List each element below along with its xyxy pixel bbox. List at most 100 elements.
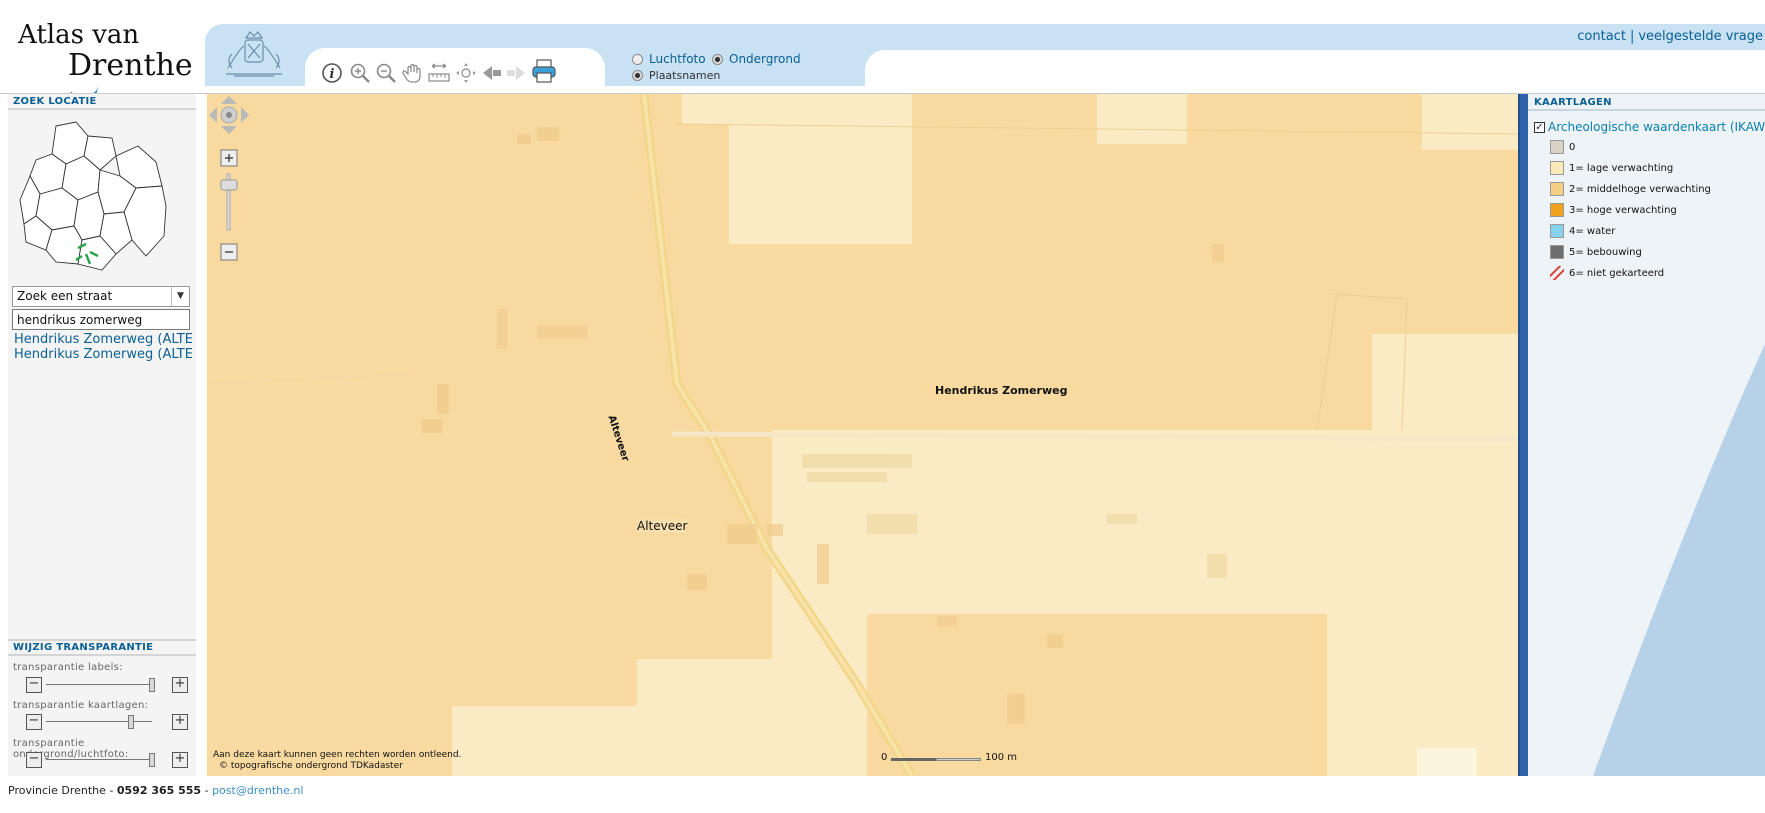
- panel-rule: [8, 108, 196, 110]
- slider-label-kaartlagen: transparantie kaartlagen:: [13, 700, 149, 711]
- basemap-option-plaatsnamen[interactable]: Plaatsnamen: [632, 69, 720, 82]
- panel-splitter[interactable]: [1518, 94, 1528, 776]
- background-coast-decoration: [1593, 344, 1765, 776]
- zoom-slider-thumb: [220, 179, 238, 191]
- basemap-option-luchtfoto[interactable]: Luchtfoto: [632, 52, 706, 66]
- legend-item: 2= middelhoge verwachting: [1550, 182, 1711, 196]
- road-label-hendrikus-zomerweg: Hendrikus Zomerweg: [935, 384, 1068, 397]
- pan-hand-icon[interactable]: [402, 62, 424, 84]
- map-toolbar: i: [305, 48, 605, 88]
- layer-title[interactable]: Archeologische waardenkaart (IKAW): [1548, 120, 1765, 134]
- layers-panel: KAARTLAGEN ✓ Archeologische waardenkaart…: [1528, 94, 1765, 776]
- measure-icon[interactable]: [428, 62, 450, 84]
- slider-thumb[interactable]: [127, 715, 134, 729]
- slider-ondergrond[interactable]: − +: [26, 752, 188, 768]
- legend-swatch: [1550, 245, 1564, 259]
- search-result-1[interactable]: Hendrikus Zomerweg (ALTEVEER): [14, 332, 192, 347]
- header-white-area: [865, 50, 1765, 94]
- legend-swatch: [1550, 203, 1564, 217]
- legend-swatch: [1550, 182, 1564, 196]
- layer-checkbox[interactable]: ✓: [1534, 121, 1545, 133]
- info-icon[interactable]: i: [321, 62, 343, 84]
- basemap-label: Ondergrond: [729, 52, 801, 66]
- slider-track[interactable]: [46, 721, 152, 722]
- hatch-swatch-icon: [1550, 266, 1564, 280]
- next-extent-icon[interactable]: [505, 62, 527, 84]
- legend-item: 3= hoge verwachting: [1550, 203, 1677, 217]
- legend-label: 4= water: [1569, 225, 1616, 237]
- left-panel: ZOEK LOCATIE Zoek een straat ▼ hendrikus…: [8, 94, 196, 776]
- increase-button[interactable]: +: [172, 714, 188, 730]
- legend-item: 0: [1550, 140, 1575, 154]
- scale-start-label: 0: [881, 752, 888, 763]
- basemap-label: Plaatsnamen: [649, 69, 721, 82]
- legend-swatch: [1550, 140, 1564, 154]
- previous-extent-icon[interactable]: [481, 62, 503, 84]
- slider-kaartlagen[interactable]: − +: [26, 714, 188, 730]
- legend-label: 1= lage verwachting: [1569, 162, 1674, 174]
- legend-label: 5= bebouwing: [1569, 246, 1642, 258]
- increase-button[interactable]: +: [172, 752, 188, 768]
- print-icon[interactable]: [531, 58, 557, 84]
- contact-link[interactable]: contact: [1577, 29, 1626, 44]
- disclaimer-line-1: Aan deze kaart kunnen geen rechten worde…: [213, 750, 462, 760]
- footer-dash: -: [204, 784, 209, 797]
- legend-item: 4= water: [1550, 224, 1615, 238]
- map-disclaimer: Aan deze kaart kunnen geen rechten worde…: [213, 750, 461, 772]
- pan-down-icon: [221, 126, 237, 134]
- logo-line1: Atlas van: [18, 20, 140, 50]
- slider-label-labels: transparantie labels:: [13, 662, 123, 673]
- disclaimer-line-2: © topografische ondergrond TDKadaster: [219, 761, 403, 771]
- transparency-panel-title: WIJZIG TRANSPARANTIE: [13, 642, 154, 653]
- scale-bar-light: [936, 758, 981, 761]
- slider-thumb[interactable]: [149, 678, 155, 692]
- zoom-out-icon[interactable]: [375, 62, 397, 84]
- legend-item: 5= bebouwing: [1550, 245, 1642, 259]
- legend-item: 6= niet gekarteerd: [1550, 266, 1664, 280]
- link-separator: |: [1629, 29, 1635, 44]
- scale-bar: 0 100 m: [881, 752, 1031, 766]
- search-type-value: Zoek een straat: [17, 289, 113, 303]
- legend-label: 0: [1569, 141, 1576, 153]
- slider-track[interactable]: [46, 759, 152, 760]
- pan-right-icon: [241, 107, 249, 123]
- increase-button[interactable]: +: [172, 677, 188, 693]
- pan-left-icon: [209, 107, 217, 123]
- legend-swatch: [1550, 161, 1564, 175]
- pan-up-icon: [221, 96, 237, 104]
- chevron-down-icon[interactable]: ▼: [171, 287, 189, 306]
- faq-link[interactable]: veelgestelde vrage: [1638, 29, 1763, 44]
- footer-email-link[interactable]: post@drenthe.nl: [212, 784, 303, 797]
- map-navigation-control[interactable]: [207, 94, 251, 264]
- zoom-in-icon[interactable]: [349, 62, 371, 84]
- slider-track[interactable]: [46, 684, 152, 685]
- slider-thumb[interactable]: [149, 753, 155, 767]
- layers-panel-title: KAARTLAGEN: [1534, 97, 1612, 108]
- overview-minimap[interactable]: [16, 116, 186, 276]
- radio-ondergrond[interactable]: [712, 53, 723, 65]
- decrease-button[interactable]: −: [26, 677, 42, 693]
- map-layer: [207, 94, 1518, 776]
- basemap-label: Luchtfoto: [649, 52, 706, 66]
- basemap-option-ondergrond[interactable]: Ondergrond: [712, 52, 801, 66]
- radio-luchtfoto[interactable]: [632, 53, 643, 65]
- slider-labels[interactable]: − +: [26, 677, 188, 693]
- search-type-select[interactable]: Zoek een straat ▼: [12, 286, 190, 307]
- logo[interactable]: Atlas van Drenthe: [14, 20, 193, 102]
- pan-control: [209, 96, 249, 134]
- full-extent-icon[interactable]: [455, 62, 477, 84]
- street-search-input[interactable]: [12, 309, 190, 330]
- footer: Provincie Drenthe - 0592 365 555 - post@…: [8, 784, 303, 797]
- decrease-button[interactable]: −: [26, 714, 42, 730]
- footer-phone: 0592 365 555: [116, 784, 202, 797]
- province-crest-icon: [226, 31, 282, 77]
- radio-plaatsnamen[interactable]: [632, 70, 643, 81]
- legend-label: 6= niet gekarteerd: [1569, 267, 1665, 279]
- layer-ikaw[interactable]: ✓ Archeologische waardenkaart (IKAW): [1534, 120, 1765, 134]
- decrease-button[interactable]: −: [26, 752, 42, 768]
- map-viewport[interactable]: Hendrikus Zomerweg Alteveer Alteveer Aan…: [207, 94, 1518, 776]
- search-result-2[interactable]: Hendrikus Zomerweg (ALTEVEER): [14, 347, 192, 362]
- legend-label: 2= middelhoge verwachting: [1569, 183, 1711, 195]
- panel-rule: [1528, 109, 1765, 111]
- legend-swatch: [1550, 224, 1564, 238]
